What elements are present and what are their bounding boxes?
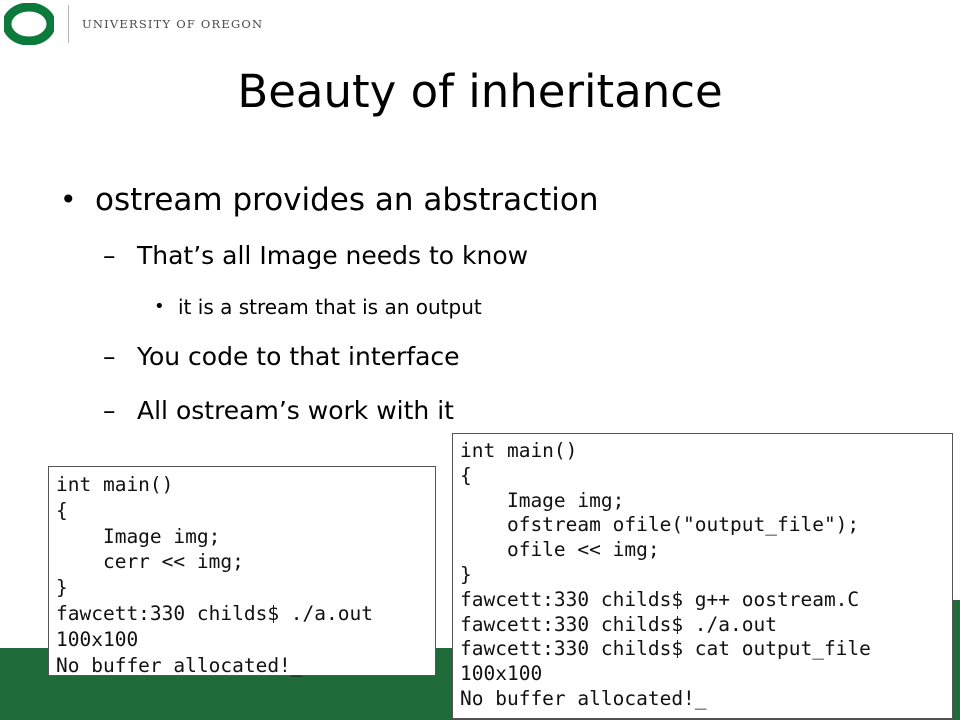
sub-bullet-1-text: That’s all Image needs to know <box>137 241 529 270</box>
slide-title: Beauty of inheritance <box>237 65 723 118</box>
code-line: ofstream ofile("output_file"); <box>460 513 860 537</box>
logo-wordmark: UNIVERSITY OF OREGON <box>82 17 264 31</box>
code-line: No buffer allocated!_ <box>56 653 303 677</box>
code-listing-right: int main() { Image img; ofstream ofile("… <box>460 439 871 712</box>
code-line: { <box>460 463 472 487</box>
oregon-o-logo-icon <box>4 3 54 45</box>
code-line: { <box>56 498 68 522</box>
bullet-icon: • <box>60 183 77 216</box>
code-line: No buffer allocated!_ <box>460 686 707 710</box>
code-line: cerr << img; <box>56 550 244 574</box>
code-line: } <box>56 576 68 600</box>
sub-bullet-3-text: All ostream’s work with it <box>137 396 454 425</box>
code-line: int main() <box>56 473 174 496</box>
code-line: Image img; <box>460 488 625 512</box>
code-screenshot-left: int main() { Image img; cerr << img; } f… <box>48 466 436 678</box>
code-line: fawcett:330 childs$ g++ oostream.C <box>460 587 860 611</box>
sub-bullet-2-text: You code to that interface <box>137 342 460 371</box>
dash-icon: – <box>103 396 116 425</box>
code-line: ofile << img; <box>460 538 660 562</box>
code-line: 100x100 <box>460 662 543 686</box>
code-line: Image img; <box>56 524 221 548</box>
bullet-icon: • <box>154 296 165 317</box>
dash-icon: – <box>103 342 116 371</box>
code-line: } <box>460 562 472 586</box>
code-line: int main() <box>460 439 578 462</box>
sub-sub-bullet-text: it is a stream that is an output <box>178 295 482 319</box>
code-line: fawcett:330 childs$ ./a.out <box>460 612 777 636</box>
code-line: fawcett:330 childs$ ./a.out <box>56 601 373 625</box>
code-line: 100x100 <box>56 627 139 651</box>
university-logo: UNIVERSITY OF OREGON <box>0 0 262 48</box>
code-line: fawcett:330 childs$ cat output_file <box>460 637 871 661</box>
dash-icon: – <box>103 241 116 270</box>
code-screenshot-right: int main() { Image img; ofstream ofile("… <box>452 433 953 719</box>
logo-divider <box>68 5 69 43</box>
bullet-main-text: ostream provides an abstraction <box>95 182 599 218</box>
code-listing-left: int main() { Image img; cerr << img; } f… <box>56 472 373 678</box>
